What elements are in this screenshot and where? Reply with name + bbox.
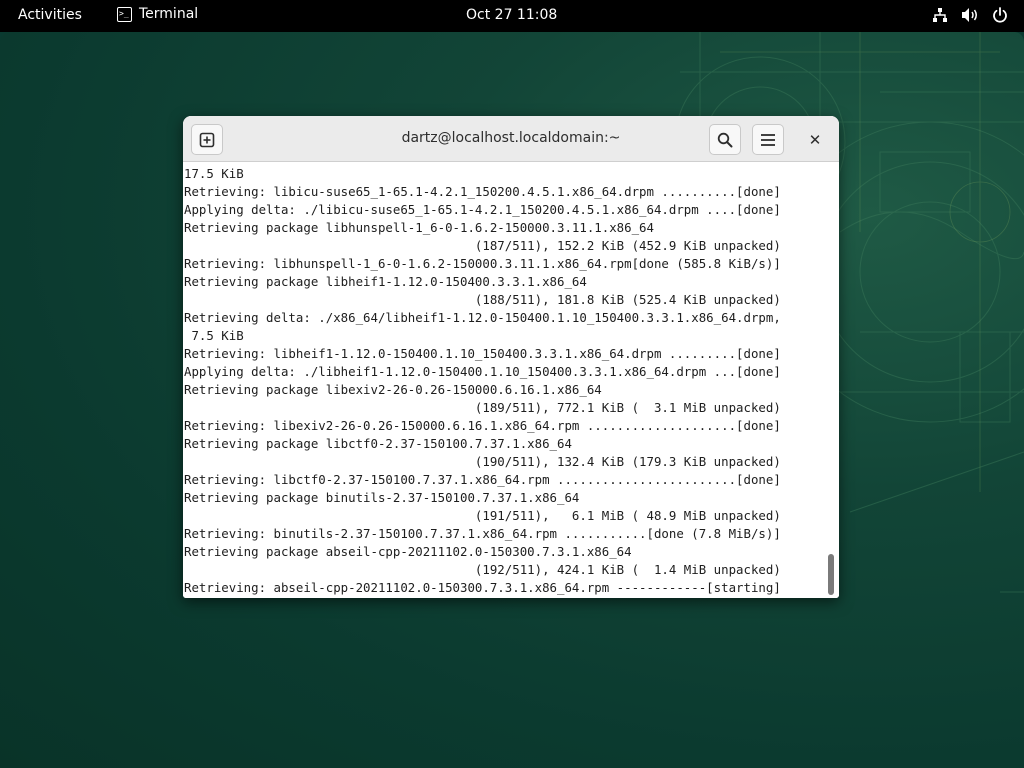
close-icon: ✕ xyxy=(808,131,822,149)
terminal-line: (187/511), 152.2 KiB (452.9 KiB unpacked… xyxy=(184,238,781,253)
app-menu-terminal[interactable]: >_ Terminal xyxy=(117,6,198,22)
terminal-line: (188/511), 181.8 KiB (525.4 KiB unpacked… xyxy=(184,292,781,307)
terminal-line: Retrieving: libexiv2-26-0.26-150000.6.16… xyxy=(184,418,781,433)
power-icon xyxy=(993,7,1007,23)
terminal-line: Retrieving: libctf0-2.37-150100.7.37.1.x… xyxy=(184,472,781,487)
terminal-window[interactable]: dartz@localhost.localdomain:~ ✕ 17.5 KiB… xyxy=(183,116,839,598)
terminal-line: Retrieving package abseil-cpp-20211102.0… xyxy=(184,544,632,559)
terminal-line: Retrieving: abseil-cpp-20211102.0-150300… xyxy=(184,580,781,595)
terminal-line: Retrieving package libheif1-1.12.0-15040… xyxy=(184,274,587,289)
terminal-line: Retrieving package libhunspell-1_6-0-1.6… xyxy=(184,220,654,235)
top-bar: Activities >_ Terminal Oct 27 11:08 xyxy=(0,0,1024,32)
terminal-line: Retrieving: libhunspell-1_6-0-1.6.2-1500… xyxy=(184,256,781,271)
window-headerbar[interactable]: dartz@localhost.localdomain:~ ✕ xyxy=(183,116,839,162)
terminal-scrollbar[interactable] xyxy=(828,554,834,595)
network-icon xyxy=(933,8,947,22)
terminal-icon: >_ xyxy=(117,6,132,22)
terminal-line: 17.5 KiB xyxy=(184,166,244,181)
terminal-line: Retrieving package libexiv2-26-0.26-1500… xyxy=(184,382,602,397)
terminal-line: (192/511), 424.1 KiB ( 1.4 MiB unpacked) xyxy=(184,562,781,577)
search-icon xyxy=(717,132,733,147)
terminal-line: 7.5 KiB xyxy=(184,328,244,343)
terminal-line: Retrieving package libctf0-2.37-150100.7… xyxy=(184,436,572,451)
close-button[interactable]: ✕ xyxy=(803,128,827,152)
terminal-output-area[interactable]: 17.5 KiB Retrieving: libicu-suse65_1-65.1… xyxy=(183,163,839,598)
terminal-line: (190/511), 132.4 KiB (179.3 KiB unpacked… xyxy=(184,454,781,469)
terminal-line: Applying delta: ./libheif1-1.12.0-150400… xyxy=(184,364,781,379)
terminal-line: Applying delta: ./libicu-suse65_1-65.1-4… xyxy=(184,202,781,217)
hamburger-menu-icon xyxy=(761,133,775,146)
system-status-area[interactable] xyxy=(932,7,1008,23)
terminal-line: Retrieving package binutils-2.37-150100.… xyxy=(184,490,580,505)
terminal-line: Retrieving: binutils-2.37-150100.7.37.1.… xyxy=(184,526,781,541)
terminal-line: (191/511), 6.1 MiB ( 48.9 MiB unpacked) xyxy=(184,508,781,523)
clock[interactable]: Oct 27 11:08 xyxy=(466,7,557,23)
terminal-line: Retrieving: libicu-suse65_1-65.1-4.2.1_1… xyxy=(184,184,781,199)
app-name-label: Terminal xyxy=(139,6,199,22)
terminal-line: (189/511), 772.1 KiB ( 3.1 MiB unpacked) xyxy=(184,400,781,415)
terminal-line: Retrieving delta: ./x86_64/libheif1-1.12… xyxy=(184,310,781,325)
volume-icon xyxy=(962,8,977,22)
search-button[interactable] xyxy=(709,124,741,155)
terminal-line: Retrieving: libheif1-1.12.0-150400.1.10_… xyxy=(184,346,781,361)
terminal-text: 17.5 KiB Retrieving: libicu-suse65_1-65.1… xyxy=(184,165,781,597)
activities-button[interactable]: Activities xyxy=(18,7,82,23)
main-menu-button[interactable] xyxy=(752,124,784,155)
